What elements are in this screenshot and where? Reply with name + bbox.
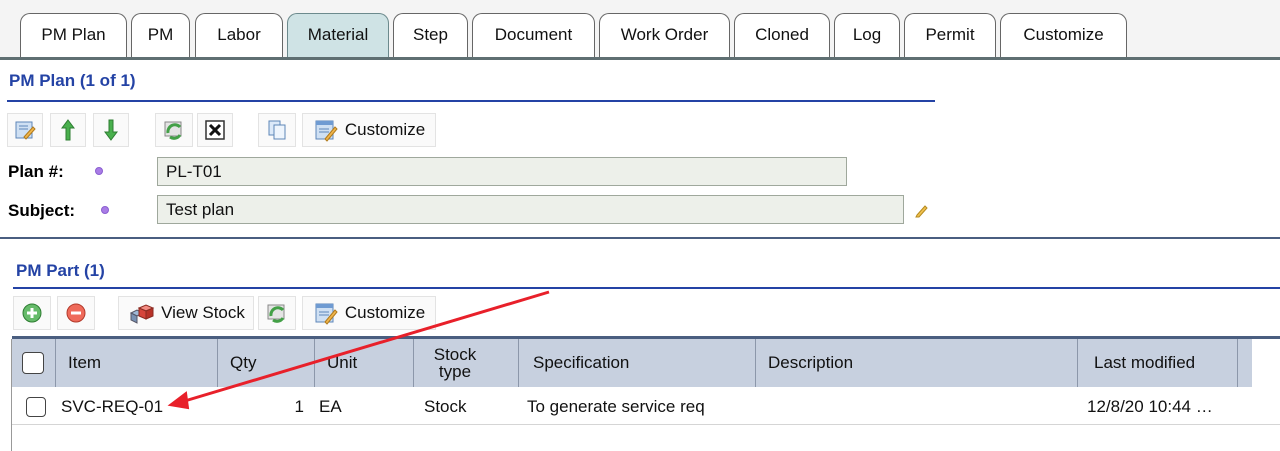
- part-refresh-button[interactable]: [258, 296, 296, 330]
- tab-log[interactable]: Log: [834, 13, 900, 58]
- stock-type-header-label: Stock type: [433, 345, 477, 381]
- pm-part-title-rule: [13, 287, 1280, 289]
- column-header-item[interactable]: Item: [56, 339, 218, 387]
- select-all-checkbox[interactable]: [22, 352, 44, 374]
- plan-customize-button[interactable]: Customize: [302, 113, 436, 147]
- subject-label: Subject:: [8, 201, 76, 220]
- arrow-down-icon: [104, 119, 118, 141]
- tab-material[interactable]: Material: [287, 13, 389, 58]
- tab-permit[interactable]: Permit: [904, 13, 996, 58]
- cell-specification: To generate service req: [527, 397, 705, 416]
- required-dot: [101, 206, 109, 214]
- refresh-icon: [164, 121, 182, 140]
- cell-unit: EA: [319, 397, 342, 416]
- section-separator: [0, 237, 1280, 239]
- tab-bar: PM Plan PM Labor Material Step Document …: [0, 0, 1280, 60]
- pencil-icon: [915, 204, 928, 217]
- cell-qty: 1: [294, 397, 304, 416]
- pm-plan-title: PM Plan (1 of 1): [9, 71, 136, 90]
- tab-pm[interactable]: PM: [131, 13, 190, 58]
- pm-plan-title-rule: [7, 100, 935, 102]
- view-stock-button[interactable]: View Stock: [118, 296, 254, 330]
- cell-item: SVC-REQ-01: [61, 397, 164, 416]
- tab-step[interactable]: Step: [393, 13, 468, 58]
- tab-pm-plan[interactable]: PM Plan: [20, 13, 127, 58]
- column-header-qty[interactable]: Qty: [218, 339, 315, 387]
- header-select-all-cell: [12, 339, 56, 387]
- move-up-button[interactable]: [50, 113, 86, 147]
- column-header-specification[interactable]: Specification: [519, 339, 756, 387]
- move-down-button[interactable]: [93, 113, 129, 147]
- copy-button[interactable]: [258, 113, 296, 147]
- tab-labor[interactable]: Labor: [195, 13, 283, 58]
- part-customize-label: Customize: [344, 303, 426, 322]
- required-dot: [95, 167, 103, 175]
- tab-cloned[interactable]: Cloned: [734, 13, 830, 58]
- close-box-icon: [205, 120, 225, 140]
- column-header-last-modified[interactable]: Last modified: [1078, 339, 1238, 387]
- column-header-stock-type[interactable]: Stock type: [414, 339, 519, 387]
- row-select-checkbox[interactable]: [26, 397, 46, 417]
- tab-customize[interactable]: Customize: [1000, 13, 1127, 58]
- column-header-description[interactable]: Description: [756, 339, 1078, 387]
- part-customize-button[interactable]: Customize: [302, 296, 436, 330]
- edit-record-icon: [15, 121, 36, 140]
- tab-bar-underline: [0, 57, 1280, 60]
- column-header-unit[interactable]: Unit: [315, 339, 414, 387]
- tab-work-order[interactable]: Work Order: [599, 13, 730, 58]
- delete-button[interactable]: [197, 113, 233, 147]
- stock-boxes-icon: [129, 304, 155, 324]
- view-stock-label: View Stock: [161, 303, 245, 322]
- edit-record-button[interactable]: [7, 113, 43, 147]
- plan-number-input[interactable]: [157, 157, 847, 186]
- plan-customize-label: Customize: [344, 120, 426, 139]
- pm-part-title: PM Part (1): [16, 261, 105, 280]
- remove-part-button[interactable]: [57, 296, 95, 330]
- add-circle-icon: [22, 303, 42, 323]
- customize-icon: [315, 303, 338, 325]
- subject-edit-button[interactable]: [909, 195, 935, 224]
- refresh-button[interactable]: [155, 113, 193, 147]
- subject-input[interactable]: [157, 195, 904, 224]
- add-part-button[interactable]: [13, 296, 51, 330]
- tab-document[interactable]: Document: [472, 13, 595, 58]
- remove-circle-icon: [66, 303, 86, 323]
- plan-number-label: Plan #:: [8, 162, 64, 181]
- cell-stock-type: Stock: [424, 397, 467, 416]
- arrow-up-icon: [61, 119, 75, 141]
- cell-last-modified: 12/8/20 10:44 …: [1087, 397, 1213, 416]
- customize-icon: [315, 120, 338, 142]
- copy-icon: [268, 120, 286, 140]
- refresh-icon: [267, 304, 285, 323]
